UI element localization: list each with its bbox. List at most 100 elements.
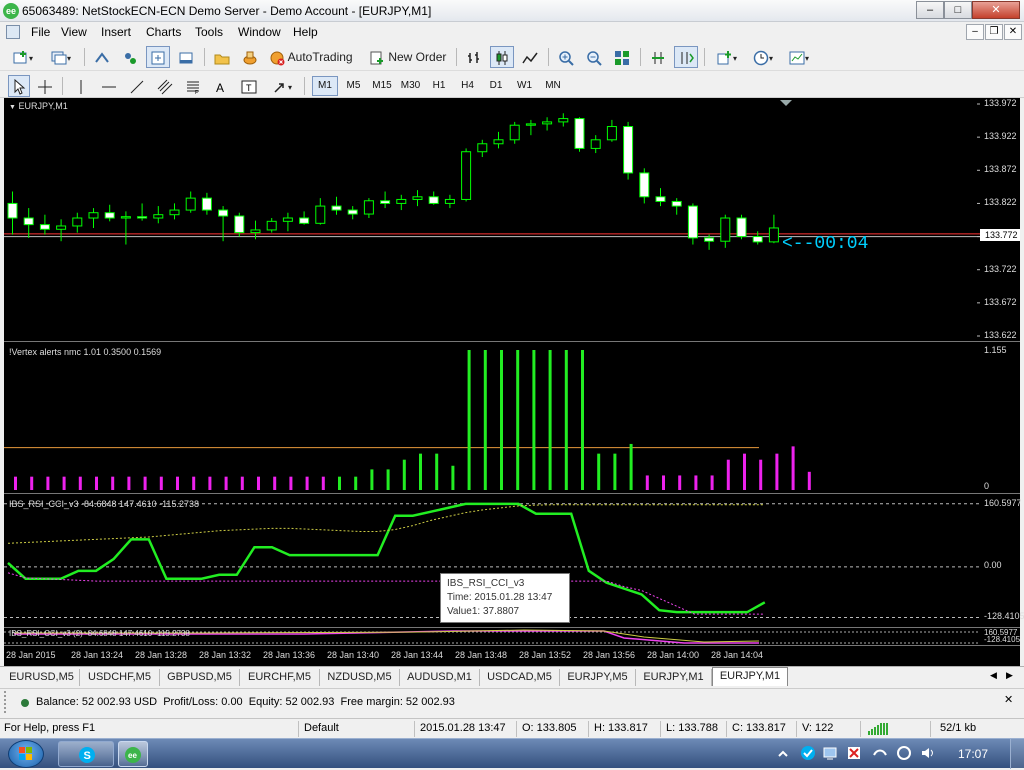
show-desktop-button[interactable] xyxy=(1010,739,1024,769)
text-label-button[interactable]: T xyxy=(238,75,260,97)
arrows-button[interactable]: ▾ xyxy=(266,75,298,97)
chart-shift-button[interactable] xyxy=(674,46,698,68)
mdi-close-button[interactable]: ✕ xyxy=(1004,24,1022,40)
document-icon[interactable] xyxy=(6,25,20,39)
minimize-button[interactable]: – xyxy=(916,1,944,19)
timeframe-m5-button[interactable]: M5 xyxy=(341,76,367,96)
new-chart-button[interactable]: ▾ xyxy=(6,46,40,68)
chart-tab[interactable]: USDCHF,M5 xyxy=(80,669,160,686)
bar-chart-button[interactable] xyxy=(462,46,486,68)
menu-help[interactable]: Help xyxy=(288,24,323,40)
tabs-scroll-left-button[interactable]: ◀ xyxy=(990,670,997,681)
taskbar-trading-terminal[interactable]: ee xyxy=(118,741,148,767)
vertex-indicator-pane[interactable]: !Vertex alerts nmc 1.01 0.3500 0.1569 1.… xyxy=(4,342,1020,494)
bar-chart-icon xyxy=(468,51,479,63)
chart-tab[interactable]: EURJPY,M5 xyxy=(560,669,636,686)
taskbar-clock[interactable]: 17:07 xyxy=(958,747,988,761)
close-button[interactable]: ✕ xyxy=(972,1,1020,19)
terminal-button[interactable] xyxy=(174,46,198,68)
taskbar-skype[interactable]: S xyxy=(58,741,114,767)
tile-windows-button[interactable] xyxy=(610,46,634,68)
equidistant-channel-button[interactable] xyxy=(154,75,176,97)
indicators-button[interactable]: ▾ xyxy=(710,46,744,68)
line-chart-button[interactable] xyxy=(518,46,542,68)
new-order-button[interactable]: New Order xyxy=(366,46,450,68)
autotrading-button[interactable]: AutoTrading xyxy=(266,46,362,68)
connection-indicator-icon[interactable] xyxy=(868,723,890,735)
timeframe-w1-button[interactable]: W1 xyxy=(512,76,538,96)
ibs-mini-pane[interactable]: IBS_RSI_CCI_v3 (2) -84.6848 147.4610 -11… xyxy=(4,628,1020,646)
terminal-grip[interactable] xyxy=(4,691,12,713)
chart-tab[interactable]: EURUSD,M5 xyxy=(4,669,80,686)
mdi-minimize-button[interactable]: – xyxy=(966,24,984,40)
tray-network-icon[interactable] xyxy=(822,745,838,761)
periods-button[interactable]: ▾ xyxy=(746,46,780,68)
zoom-in-button[interactable] xyxy=(554,46,578,68)
menu-insert[interactable]: Insert xyxy=(96,24,136,40)
timeframe-m15-button[interactable]: M15 xyxy=(369,76,395,96)
chart-tab[interactable]: USDCAD,M5 xyxy=(480,669,560,686)
chart-tab[interactable]: EURCHF,M5 xyxy=(240,669,320,686)
menu-tools[interactable]: Tools xyxy=(190,24,228,40)
timeframe-d1-button[interactable]: D1 xyxy=(483,76,509,96)
status-profile[interactable]: Default xyxy=(304,722,339,734)
maximize-button[interactable]: □ xyxy=(944,1,972,19)
vertex-bar xyxy=(62,476,66,490)
chart-window[interactable]: ▼ EURJPY,M1 133.972 133.922 133.872 133.822… xyxy=(4,98,1024,666)
chart-tab[interactable]: AUDUSD,M1 xyxy=(400,669,480,686)
zoom-out-button[interactable] xyxy=(582,46,606,68)
profiles-button[interactable]: ▾ xyxy=(44,46,78,68)
strategy-tester-button[interactable] xyxy=(210,46,234,68)
trendline-button[interactable] xyxy=(126,75,148,97)
candlestick-chart-button[interactable] xyxy=(490,46,514,68)
fibonacci-button[interactable]: F xyxy=(182,75,204,97)
timeframe-m30-button[interactable]: M30 xyxy=(398,76,424,96)
chart-tab[interactable]: EURJPY,M1 xyxy=(712,667,788,686)
vertex-bar xyxy=(791,446,795,490)
market-watch-button[interactable] xyxy=(90,46,114,68)
tray-sync-icon[interactable] xyxy=(896,745,912,761)
tray-skype-icon[interactable] xyxy=(800,745,816,761)
tray-app-icon[interactable] xyxy=(872,745,888,761)
window-titlebar[interactable]: ee 65063489: NetStockECN-ECN Demo Server… xyxy=(0,0,1024,22)
menu-charts[interactable]: Charts xyxy=(141,24,186,40)
cursor-tool-button[interactable] xyxy=(8,75,30,97)
main-price-pane[interactable]: ▼ EURJPY,M1 133.972 133.922 133.872 133.822… xyxy=(4,98,1020,342)
mdi-restore-button[interactable]: ❐ xyxy=(985,24,1003,40)
start-button[interactable] xyxy=(8,740,44,768)
tray-chevron-icon[interactable] xyxy=(776,747,790,761)
horizontal-line-button[interactable] xyxy=(98,75,120,97)
status-volume: V: 122 xyxy=(802,722,834,734)
templates-button[interactable]: ▾ xyxy=(782,46,816,68)
meta-editor-button[interactable] xyxy=(238,46,262,68)
timeframe-m1-button[interactable]: M1 xyxy=(312,76,338,96)
menu-window[interactable]: Window xyxy=(233,24,286,40)
menu-view[interactable]: View xyxy=(56,24,92,40)
candle-body xyxy=(623,126,634,174)
candle-body xyxy=(655,196,666,202)
crosshair-button[interactable] xyxy=(34,75,56,97)
price-scale-label: 133.822 xyxy=(984,197,1017,208)
tray-alert-icon[interactable] xyxy=(846,745,862,761)
menu-file[interactable]: File xyxy=(26,24,55,40)
navigator-button[interactable] xyxy=(146,46,170,68)
timeframe-h1-button[interactable]: H1 xyxy=(426,76,452,96)
terminal-close-button[interactable]: ✕ xyxy=(1004,693,1013,706)
auto-scroll-button[interactable] xyxy=(646,46,670,68)
status-bar: For Help, press F1 Default 2015.01.28 13… xyxy=(0,718,1024,738)
vertex-bar xyxy=(143,476,147,490)
chart-tab[interactable]: NZDUSD,M5 xyxy=(320,669,400,686)
text-tool-button[interactable]: A xyxy=(210,75,232,97)
vertical-line-button[interactable] xyxy=(70,75,92,97)
tabs-scroll-right-button[interactable]: ▶ xyxy=(1006,670,1013,681)
chart-tab[interactable]: GBPUSD,M5 xyxy=(160,669,240,686)
data-window-button[interactable] xyxy=(118,46,142,68)
tile-windows-icon xyxy=(615,50,629,65)
vertex-bar xyxy=(305,476,309,490)
timeframe-h4-button[interactable]: H4 xyxy=(455,76,481,96)
chart-tab[interactable]: EURJPY,M1 xyxy=(636,669,712,686)
app-logo-icon: ee xyxy=(3,3,19,19)
status-separator xyxy=(660,721,661,737)
tray-volume-icon[interactable] xyxy=(920,745,936,761)
timeframe-mn-button[interactable]: MN xyxy=(540,76,566,96)
